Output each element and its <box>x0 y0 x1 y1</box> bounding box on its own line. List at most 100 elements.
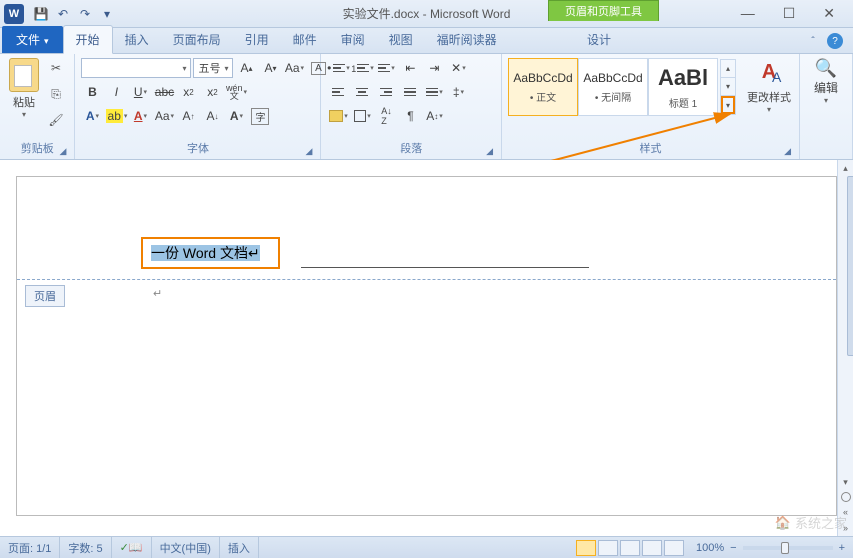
shrink-char-icon[interactable]: A↓ <box>201 106 223 126</box>
sort-icon[interactable]: A↓Z <box>375 106 397 126</box>
decrease-indent-icon[interactable]: ⇤ <box>399 58 421 78</box>
zoom-in-icon[interactable]: + <box>839 542 845 554</box>
char-scaling-icon[interactable]: A <box>225 106 247 126</box>
redo-icon[interactable]: ↷ <box>76 5 94 23</box>
scroll-up-icon[interactable]: ▴ <box>838 160 853 176</box>
style-no-spacing[interactable]: AaBbCcDd • 无间隔 <box>578 58 648 116</box>
change-styles-button[interactable]: AA 更改样式 ▾ <box>744 61 794 114</box>
align-left-icon[interactable] <box>327 82 349 102</box>
undo-icon[interactable]: ↶ <box>54 5 72 23</box>
zoom-control: 100% − + <box>688 542 853 554</box>
font-color-icon[interactable]: A <box>129 106 151 126</box>
status-language[interactable]: 中文(中国) <box>152 537 220 558</box>
zoom-slider[interactable] <box>743 546 833 550</box>
clipboard-dialog-launcher[interactable]: ◢ <box>60 146 67 157</box>
scroll-thumb[interactable] <box>847 176 853 356</box>
tab-review[interactable]: 审阅 <box>329 26 377 53</box>
grow-font-icon[interactable]: A▴ <box>235 58 257 78</box>
minimize-icon[interactable]: — <box>741 5 755 22</box>
format-painter-icon[interactable]: 🖌 <box>46 110 66 130</box>
justify-icon[interactable] <box>399 82 421 102</box>
highlight-icon[interactable]: ab <box>105 106 127 126</box>
styles-gallery-more[interactable]: ▾ <box>721 96 735 114</box>
show-marks-icon[interactable]: ¶ <box>399 106 421 126</box>
borders-icon[interactable] <box>351 106 373 126</box>
shading-icon[interactable] <box>327 106 349 126</box>
tab-page-layout[interactable]: 页面布局 <box>161 26 233 53</box>
phonetic-guide-icon[interactable]: wén文 <box>225 82 247 102</box>
char-shading-icon[interactable]: Aa <box>153 106 175 126</box>
superscript-icon[interactable]: x2 <box>201 82 223 102</box>
status-proofing[interactable]: ✓📖 <box>112 537 152 558</box>
style-heading1[interactable]: AaBl 标题 1 <box>648 58 718 116</box>
increase-indent-icon[interactable]: ⇥ <box>423 58 445 78</box>
tab-file[interactable]: 文件 <box>2 26 63 53</box>
shrink-font-icon[interactable]: A▾ <box>259 58 281 78</box>
asian-layout-icon[interactable]: ✕ <box>447 58 469 78</box>
quick-access-toolbar: 💾 ↶ ↷ ▾ <box>32 5 116 23</box>
bullets-icon[interactable] <box>327 58 349 78</box>
paste-button[interactable]: 粘贴 ▾ <box>6 58 42 119</box>
tab-mailings[interactable]: 邮件 <box>281 26 329 53</box>
bold-icon[interactable]: B <box>81 82 103 102</box>
tab-home[interactable]: 开始 <box>63 25 113 54</box>
view-outline[interactable] <box>642 540 662 556</box>
font-dialog-launcher[interactable]: ◢ <box>306 146 313 157</box>
char-border-icon[interactable]: 字 <box>249 106 271 126</box>
copy-icon[interactable]: ⎘ <box>46 84 66 104</box>
browse-object-icon[interactable] <box>841 492 851 502</box>
change-case-icon[interactable]: Aa <box>283 58 305 78</box>
view-web-layout[interactable] <box>620 540 640 556</box>
zoom-slider-thumb[interactable] <box>781 542 789 554</box>
view-print-layout[interactable] <box>576 540 596 556</box>
tab-references[interactable]: 引用 <box>233 26 281 53</box>
tab-design[interactable]: 设计 <box>575 26 623 53</box>
zoom-out-icon[interactable]: − <box>730 542 736 554</box>
header-text-selected[interactable]: 一份 Word 文档↵ <box>141 237 280 269</box>
numbering-icon[interactable] <box>351 58 373 78</box>
strikethrough-icon[interactable]: abc <box>153 82 175 102</box>
paragraph-dialog-launcher[interactable]: ◢ <box>486 146 493 157</box>
enlarge-char-icon[interactable]: A↑ <box>177 106 199 126</box>
text-effects-icon[interactable]: A <box>81 106 103 126</box>
paste-label: 粘贴 <box>6 94 42 110</box>
status-words[interactable]: 字数: 5 <box>60 537 111 558</box>
minimize-ribbon-icon[interactable]: ˆ <box>805 33 821 49</box>
qat-customize-icon[interactable]: ▾ <box>98 5 116 23</box>
close-icon[interactable]: ✕ <box>823 5 835 22</box>
vertical-scrollbar[interactable]: ▴ ▾ « » <box>837 160 853 536</box>
view-buttons <box>576 540 688 556</box>
line-spacing-icon[interactable]: ‡ <box>447 82 469 102</box>
font-size-selector[interactable]: 五号▾ <box>193 58 233 78</box>
help-icon[interactable]: ? <box>827 33 843 49</box>
view-full-screen[interactable] <box>598 540 618 556</box>
find-button[interactable]: 🔍 编辑 ▾ <box>806 58 846 105</box>
save-icon[interactable]: 💾 <box>32 5 50 23</box>
font-name-selector[interactable]: ▾ <box>81 58 191 78</box>
scroll-down-icon[interactable]: ▾ <box>838 474 853 490</box>
styles-dialog-launcher[interactable]: ◢ <box>784 146 791 157</box>
status-page[interactable]: 页面: 1/1 <box>0 537 60 558</box>
tab-foxit[interactable]: 福昕阅读器 <box>425 26 509 53</box>
styles-scroll-down[interactable]: ▾ <box>721 78 735 96</box>
style-normal[interactable]: AaBbCcDd • 正文 <box>508 58 578 116</box>
multilevel-list-icon[interactable] <box>375 58 397 78</box>
cut-icon[interactable]: ✂ <box>46 58 66 78</box>
tab-view[interactable]: 视图 <box>377 26 425 53</box>
maximize-icon[interactable]: ☐ <box>783 5 796 22</box>
view-draft[interactable] <box>664 540 684 556</box>
italic-icon[interactable]: I <box>105 82 127 102</box>
page[interactable]: 一份 Word 文档↵ 页眉 ↵ <box>16 176 837 516</box>
text-direction-icon[interactable]: A↕ <box>423 106 445 126</box>
align-right-icon[interactable] <box>375 82 397 102</box>
align-center-icon[interactable] <box>351 82 373 102</box>
tab-insert[interactable]: 插入 <box>113 26 161 53</box>
group-label-clipboard: 剪贴板 <box>21 143 54 155</box>
distribute-icon[interactable] <box>423 82 445 102</box>
status-insert-mode[interactable]: 插入 <box>220 537 259 558</box>
zoom-level[interactable]: 100% <box>696 542 724 554</box>
styles-scroll-up[interactable]: ▴ <box>721 60 735 78</box>
underline-icon[interactable]: U <box>129 82 151 102</box>
subscript-icon[interactable]: x2 <box>177 82 199 102</box>
contextual-tab-group: 页眉和页脚工具 <box>548 0 659 21</box>
